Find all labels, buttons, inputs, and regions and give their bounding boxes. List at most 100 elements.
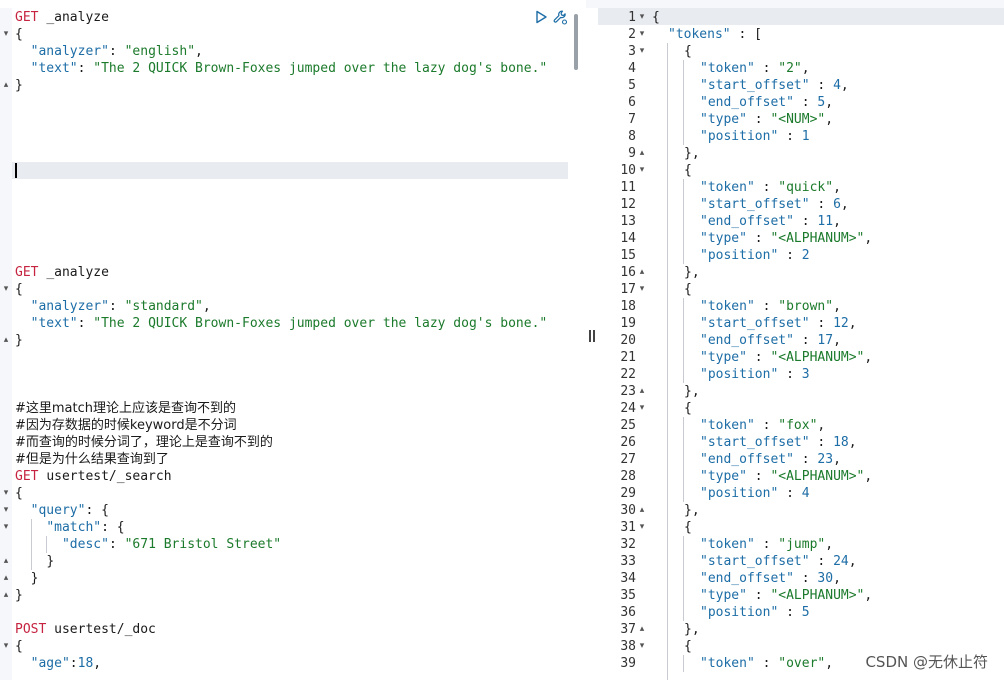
line-number: 25: [620, 418, 636, 433]
watermark: CSDN @无休止符: [865, 653, 988, 671]
indent-guide: [31, 519, 32, 570]
request-line-4[interactable]: POST usertest/_doc: [15, 621, 156, 638]
fold-close-icon[interactable]: ▴: [637, 383, 647, 400]
active-line-highlight: [12, 162, 568, 179]
line-number: 6: [628, 95, 636, 110]
fold-close-icon[interactable]: ▴: [1, 332, 11, 349]
response-code-line: "start_offset" : 12,: [700, 316, 857, 331]
response-code-line: "type" : "<NUM>",: [700, 112, 834, 127]
fold-open-icon[interactable]: ▾: [1, 519, 11, 536]
line-number: 11: [620, 180, 636, 195]
response-code-line: "end_offset" : 23,: [700, 452, 841, 467]
response-code-line: {: [684, 163, 692, 178]
code-line: }: [46, 554, 55, 569]
response-code-line: "end_offset" : 17,: [700, 333, 841, 348]
response-code-line: "position" : 3: [700, 367, 810, 382]
code-line: "age":18,: [30, 656, 102, 671]
fold-close-icon[interactable]: ▴: [1, 553, 11, 570]
line-number: 31: [620, 520, 636, 535]
response-code-line: {: [684, 401, 692, 416]
response-code-line: "token" : "jump",: [700, 537, 834, 552]
code-line: "analyzer": "english",: [30, 44, 203, 59]
fold-open-icon[interactable]: ▾: [637, 43, 647, 60]
indent-guide: [683, 60, 684, 145]
fold-open-icon[interactable]: ▾: [1, 485, 11, 502]
response-code-line: },: [684, 384, 700, 399]
code-line: {: [15, 639, 23, 654]
fold-close-icon[interactable]: ▴: [637, 621, 647, 638]
line-number: 15: [620, 248, 636, 263]
response-code-line: "start_offset" : 6,: [700, 197, 849, 212]
line-number: 21: [620, 350, 636, 365]
play-icon[interactable]: [534, 10, 548, 24]
code-line: "analyzer": "standard",: [30, 299, 211, 314]
response-code-line: {: [684, 520, 692, 535]
wrench-icon[interactable]: [552, 9, 568, 25]
response-code-line: "token" : "brown",: [700, 299, 841, 314]
response-code-line: "position" : 4: [700, 486, 810, 501]
code-line: }: [30, 571, 39, 586]
response-code-line: },: [684, 503, 700, 518]
line-number: 9: [628, 146, 636, 161]
response-code-line: {: [684, 44, 692, 59]
line-number: 7: [628, 112, 636, 127]
request-line-3[interactable]: GET usertest/_search: [15, 468, 172, 485]
request-line-2[interactable]: GET _analyze: [15, 264, 109, 281]
indent-guide: [683, 655, 684, 672]
response-code-line: "end_offset" : 30,: [700, 571, 841, 586]
line-number: 38: [620, 639, 636, 654]
line-number: 35: [620, 588, 636, 603]
response-code-line: "position" : 1: [700, 129, 810, 144]
response-code-line: "position" : 2: [700, 248, 810, 263]
response-code-line: "type" : "<ALPHANUM>",: [700, 350, 873, 365]
line-number: 19: [620, 316, 636, 331]
pane-resizer[interactable]: [588, 330, 596, 350]
fold-close-icon[interactable]: ▴: [637, 145, 647, 162]
fold-close-icon[interactable]: ▴: [1, 570, 11, 587]
editor-scrollbar[interactable]: [574, 14, 578, 70]
line-number: 24: [620, 401, 636, 416]
fold-open-icon[interactable]: ▾: [1, 502, 11, 519]
line-number: 8: [628, 129, 636, 144]
line-number: 23: [620, 384, 636, 399]
fold-close-icon[interactable]: ▴: [637, 502, 647, 519]
code-line: {: [15, 282, 23, 297]
response-code-line: {: [652, 10, 660, 25]
fold-open-icon[interactable]: ▾: [637, 519, 647, 536]
request-line-1[interactable]: GET _analyze: [15, 9, 109, 26]
line-number: 3: [628, 44, 636, 59]
code-line: {: [15, 486, 23, 501]
response-code-line: "start_offset" : 4,: [700, 78, 849, 93]
response-code-line: "token" : "quick",: [700, 180, 841, 195]
line-number: 17: [620, 282, 636, 297]
line-number: 27: [620, 452, 636, 467]
fold-open-icon[interactable]: ▾: [637, 26, 647, 43]
indent-guide: [46, 536, 47, 553]
line-number: 34: [620, 571, 636, 586]
line-number: 30: [620, 503, 636, 518]
line-number: 1: [628, 10, 636, 25]
response-code-line: "end_offset" : 11,: [700, 214, 841, 229]
fold-open-icon[interactable]: ▾: [1, 638, 11, 655]
fold-open-icon[interactable]: ▾: [637, 162, 647, 179]
fold-open-icon[interactable]: ▾: [1, 26, 11, 43]
response-code-line: },: [684, 622, 700, 637]
response-code-line: "position" : 5: [700, 605, 810, 620]
code-line: "query": {: [30, 503, 109, 518]
fold-close-icon[interactable]: ▴: [1, 77, 11, 94]
fold-close-icon[interactable]: ▴: [1, 587, 11, 604]
fold-open-icon[interactable]: ▾: [1, 281, 11, 298]
fold-close-icon[interactable]: ▴: [637, 264, 647, 281]
fold-open-icon[interactable]: ▾: [637, 638, 647, 655]
fold-open-icon[interactable]: ▾: [637, 9, 647, 26]
fold-open-icon[interactable]: ▾: [637, 281, 647, 298]
fold-open-icon[interactable]: ▾: [637, 400, 647, 417]
indent-guide: [683, 179, 684, 264]
response-code-line: "type" : "<ALPHANUM>",: [700, 588, 873, 603]
request-editor[interactable]: GET _analyze ▾ { "analyzer": "english", …: [0, 0, 586, 680]
code-line: "desc": "671 Bristol Street": [61, 537, 282, 552]
line-number: 26: [620, 435, 636, 450]
comment-line: #而查询的时候分词了，理论上是查询不到的: [15, 435, 273, 450]
response-code-line: "type" : "<ALPHANUM>",: [700, 231, 873, 246]
code-line: }: [15, 333, 23, 348]
